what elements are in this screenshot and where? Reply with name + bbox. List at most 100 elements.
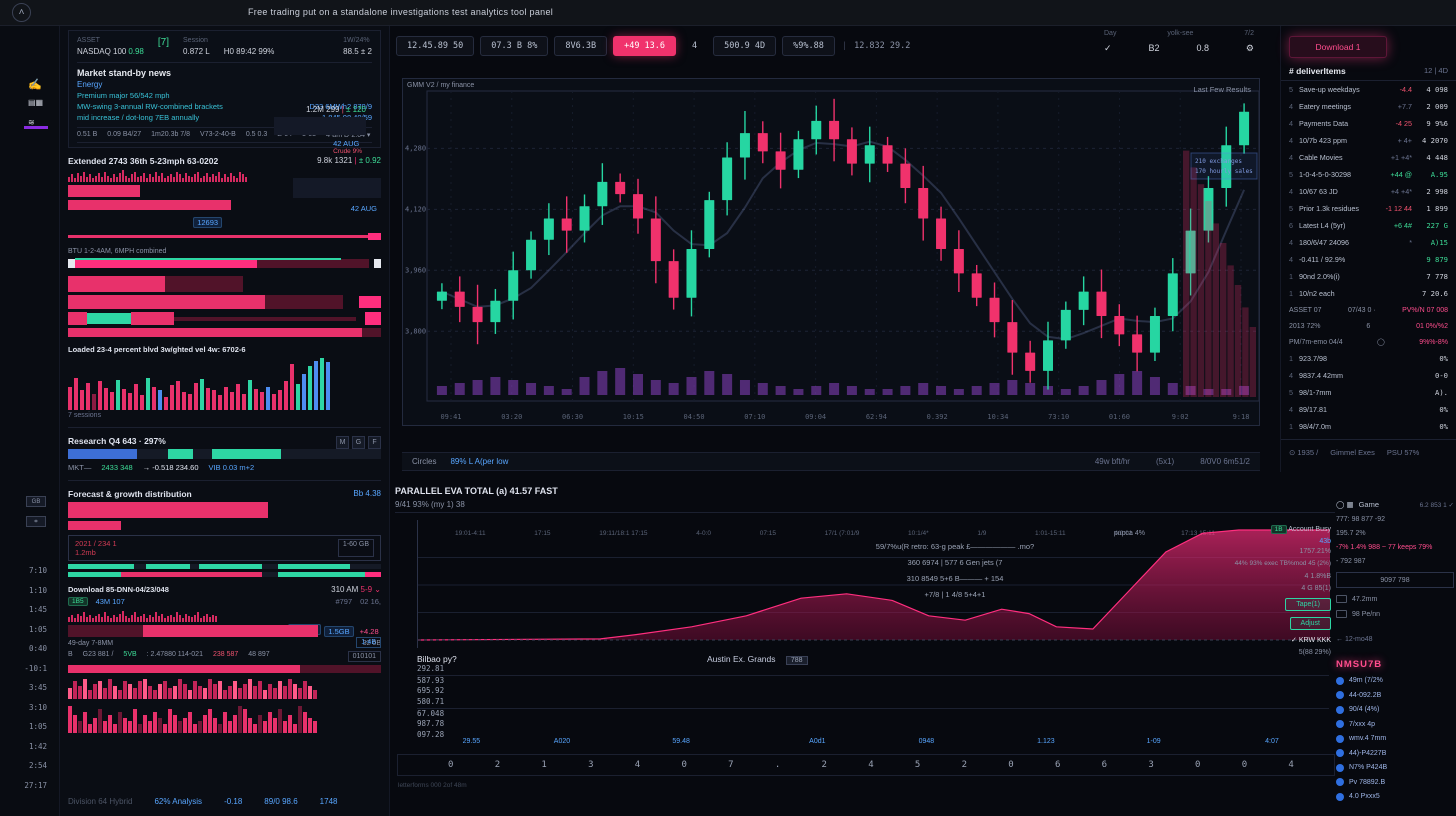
watchlist-tail-row[interactable]: 1923.7/980% bbox=[1281, 350, 1456, 367]
watchlist-row[interactable]: 190nd 2.0%(i)7 778 bbox=[1281, 268, 1456, 285]
list-item[interactable]: wmv.4 7mm bbox=[1336, 735, 1454, 743]
list-item[interactable]: N7% P424B bbox=[1336, 764, 1454, 772]
bordered-value-box[interactable]: 9097 798 bbox=[1336, 572, 1454, 588]
panel-icon[interactable]: GB bbox=[26, 496, 46, 507]
left-panel: ASSET NASDAQ 100 0.98 [7] Session 0.872 … bbox=[60, 26, 390, 816]
watchlist-tail-row[interactable]: 489/17.810% bbox=[1281, 401, 1456, 418]
row-box[interactable]: 010101 bbox=[348, 651, 381, 662]
watchlist-row[interactable]: 4180/6/47 24096*A)15 bbox=[1281, 234, 1456, 251]
chevron-up-circle-icon[interactable]: ˄ bbox=[12, 3, 31, 22]
footer-item[interactable]: 62% Analysis bbox=[154, 797, 202, 806]
download-button[interactable]: Download 1 bbox=[1289, 36, 1387, 58]
back-link[interactable]: ← 12-mo48 bbox=[1336, 636, 1454, 643]
row-index: 4 bbox=[1289, 119, 1299, 128]
watchlist-tail-row[interactable]: 598/1-7mmA). bbox=[1281, 384, 1456, 401]
list-item[interactable]: 44-092.2B bbox=[1336, 691, 1454, 699]
footer-link[interactable]: 89% L A(per low bbox=[450, 457, 508, 466]
stats-icon[interactable]: ▤▦ bbox=[28, 98, 43, 107]
watchlist-row[interactable]: 6Latest L4 (5yr)+6 4#227 G bbox=[1281, 217, 1456, 234]
footer-item[interactable]: 89/0 98.6 bbox=[264, 797, 297, 806]
watchlist-pink-row[interactable]: ASSET 0707/43 0 ·PV%/N 07 008 bbox=[1281, 302, 1456, 318]
tab-item[interactable]: 1m20.3b 7/8 bbox=[151, 131, 190, 139]
list-item[interactable]: 44)-P4227B bbox=[1336, 749, 1454, 757]
toolbar-button[interactable]: 4 bbox=[682, 37, 707, 55]
adjust-button[interactable]: Adjust bbox=[1290, 617, 1331, 630]
footer-item[interactable]: Division 64 Hybrid bbox=[68, 797, 132, 806]
watchlist-tail-row[interactable]: 198/4/7.0m0% bbox=[1281, 418, 1456, 435]
toolbar-button[interactable]: 500.9 4D bbox=[713, 36, 776, 56]
digit: . bbox=[775, 760, 780, 770]
spark-bar bbox=[113, 615, 115, 622]
tab-item[interactable]: 0.09 B4/27 bbox=[107, 131, 141, 139]
watchlist-row[interactable]: 5Prior 1.3k residues-1 12 441 899 bbox=[1281, 200, 1456, 217]
chart-bar bbox=[288, 679, 292, 699]
small-box[interactable]: 1-4B bbox=[356, 637, 381, 648]
watchlist-row[interactable]: 410/67 63 JD+4 +4*2 998 bbox=[1281, 183, 1456, 200]
row-value: 7 778 bbox=[1412, 272, 1448, 281]
mini-value-gear-icon[interactable]: ⚙ bbox=[1246, 43, 1254, 54]
watchlist-row[interactable]: 51-0-4-5-0-30298+44 @A.95 bbox=[1281, 166, 1456, 183]
list-item[interactable]: 90/4 (4%) bbox=[1336, 706, 1454, 714]
footer-item[interactable]: 1748 bbox=[320, 797, 338, 806]
toolbar-button[interactable]: +49 13.6 bbox=[613, 36, 676, 56]
news-link[interactable]: Energy bbox=[77, 80, 372, 89]
slider-left-handle[interactable] bbox=[68, 259, 75, 268]
watchlist-pink-row[interactable]: PM/7m-emo 04/4◯9%%-8% bbox=[1281, 334, 1456, 350]
slider-right-handle[interactable] bbox=[374, 259, 381, 268]
chart-bar bbox=[113, 686, 117, 699]
news-input-box[interactable] bbox=[274, 117, 366, 135]
chart-bar bbox=[278, 709, 282, 733]
watchlist-row[interactable]: 4Payments Data-4 259 9%6 bbox=[1281, 115, 1456, 132]
spark-bar bbox=[92, 618, 94, 622]
footer-item[interactable]: ⊙ 1935 / bbox=[1289, 448, 1318, 457]
footer-item[interactable]: -0.18 bbox=[224, 797, 242, 806]
watchlist-row[interactable]: 410/7b 423 ppm+ 4+4 2070 bbox=[1281, 132, 1456, 149]
spark-bar bbox=[83, 172, 85, 182]
watchlist-row[interactable]: 4Cable Movies+1 +4*4 448 bbox=[1281, 149, 1456, 166]
size-box[interactable]: 1-60 GB bbox=[338, 539, 374, 557]
toolbar-button[interactable]: 12.45.89 50 bbox=[396, 36, 474, 56]
icon-m[interactable]: M bbox=[336, 436, 349, 449]
toolbar-button[interactable]: %9%.88 bbox=[782, 36, 835, 56]
spark-bar bbox=[173, 617, 175, 622]
tab-item[interactable]: 0.5 0.3 bbox=[246, 131, 267, 139]
news-row[interactable]: Premium major 56/542 mph bbox=[77, 91, 372, 100]
spark-bar bbox=[230, 173, 232, 182]
watchlist-row[interactable]: 4-0.411 / 92.9%9 879 bbox=[1281, 251, 1456, 268]
toolbar-button[interactable]: 07.3 B 8% bbox=[480, 36, 548, 56]
candlestick-chart[interactable]: 4,2804,1203,9603,80009:4103:2006:3010:15… bbox=[403, 79, 1259, 425]
spark-bar bbox=[197, 172, 199, 182]
spark-bar bbox=[215, 616, 217, 622]
grid-icon[interactable]: ⌗ bbox=[26, 516, 46, 527]
watchlist-row[interactable]: 4Eatery meetings+7.72 009 bbox=[1281, 98, 1456, 115]
watchlist-row[interactable]: 110/n2 each7 20.6 bbox=[1281, 285, 1456, 302]
toolbar-button[interactable]: 8V6.3B bbox=[554, 36, 607, 56]
icon-g[interactable]: G bbox=[352, 436, 365, 449]
spark-bar bbox=[131, 174, 133, 182]
range-slider[interactable] bbox=[68, 258, 381, 268]
list-item[interactable]: Pv 78892.B bbox=[1336, 778, 1454, 786]
chart-bar bbox=[188, 690, 192, 699]
list-item[interactable]: 7/xxx 4p bbox=[1336, 720, 1454, 728]
tab-item[interactable]: 0.51 B bbox=[77, 131, 97, 139]
watchlist-row[interactable]: 5Save-up weekdays-4.44 098 bbox=[1281, 81, 1456, 98]
scribble-icon[interactable]: ✍ bbox=[28, 78, 42, 91]
chart-bar bbox=[68, 706, 72, 733]
tab-item[interactable]: V73-2-40-B bbox=[200, 131, 236, 139]
watchlist-pink-row[interactable]: 2013 72%601 0%/%2 bbox=[1281, 318, 1456, 334]
footer-item[interactable]: Gimmel Exes bbox=[1330, 448, 1375, 457]
footer-item[interactable]: PSU 57% bbox=[1387, 448, 1420, 457]
icon-f[interactable]: F bbox=[368, 436, 381, 449]
list-item[interactable]: 49m (7/2% bbox=[1336, 677, 1454, 685]
row-value: 0% bbox=[1412, 405, 1448, 414]
spark-bar bbox=[116, 617, 118, 622]
circle-grid-icons[interactable]: ◯ ▦ bbox=[1336, 500, 1354, 509]
mini-panel bbox=[293, 178, 381, 198]
spark-bar bbox=[191, 617, 193, 622]
tape-button[interactable]: Tape(1) bbox=[1285, 598, 1331, 611]
chart-bar bbox=[98, 381, 102, 410]
watchlist-tail-row[interactable]: 49837.4 42mm0-0 bbox=[1281, 367, 1456, 384]
row-index: 4 bbox=[1289, 187, 1299, 196]
chart-bar bbox=[108, 679, 112, 699]
list-item[interactable]: 4.0 Pxxx5 bbox=[1336, 793, 1454, 801]
